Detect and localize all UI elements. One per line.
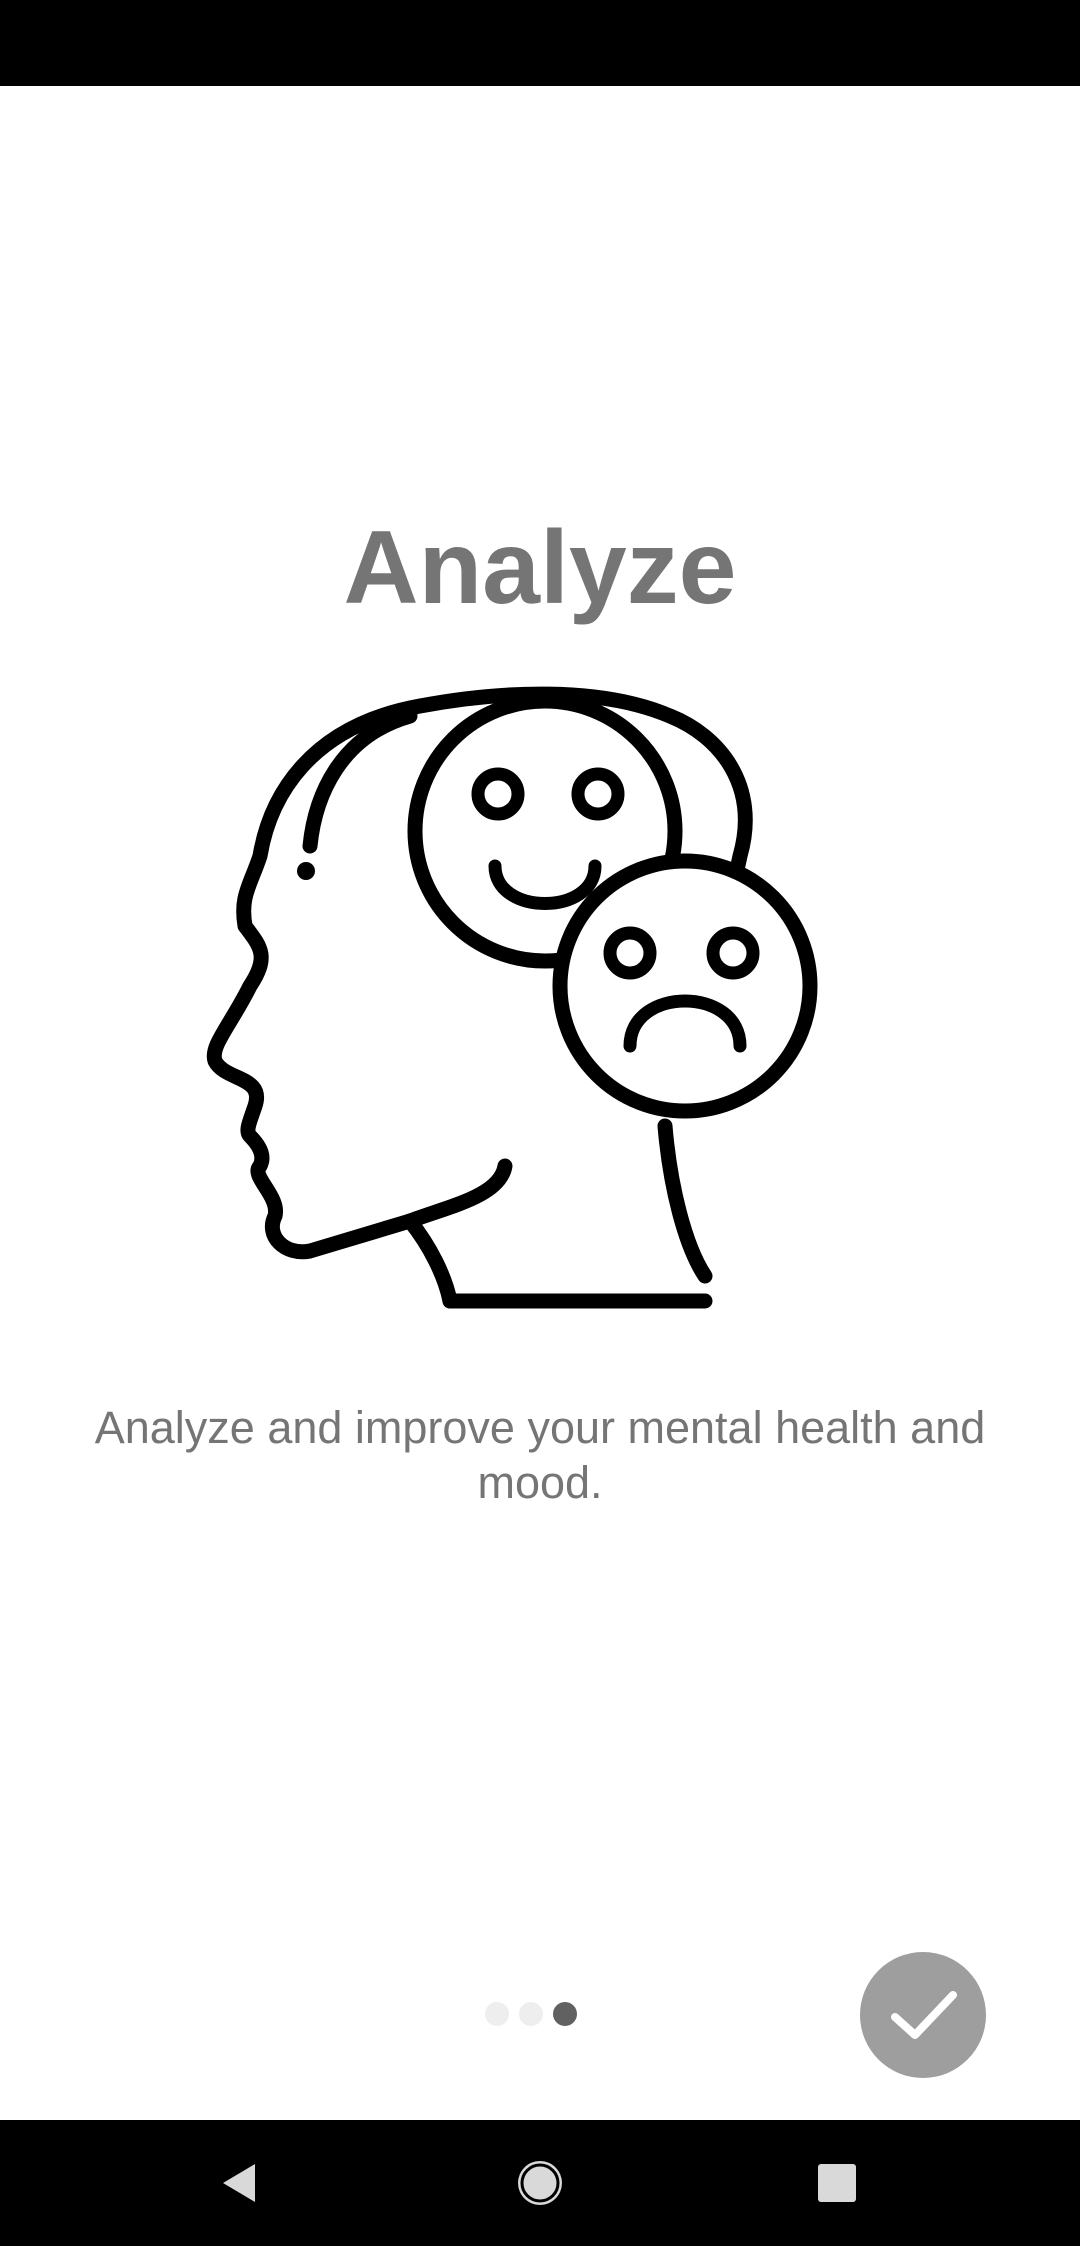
back-triangle-icon bbox=[223, 2164, 255, 2202]
recents-button[interactable] bbox=[792, 2140, 882, 2226]
home-button[interactable] bbox=[495, 2140, 585, 2226]
checkmark-icon bbox=[891, 1991, 957, 2039]
page-indicator-dot-1[interactable] bbox=[485, 2002, 509, 2026]
navigation-bar bbox=[0, 2120, 1080, 2246]
head-with-happy-and-sad-faces-icon bbox=[200, 676, 840, 1396]
onboarding-page: Analyze Analyze and improve your mental … bbox=[0, 86, 1080, 2120]
page-indicator bbox=[485, 1999, 577, 2029]
page-indicator-dot-2[interactable] bbox=[519, 2002, 543, 2026]
recents-square-icon bbox=[818, 2164, 856, 2202]
status-bar bbox=[0, 0, 1080, 86]
page-title: Analyze bbox=[343, 510, 737, 626]
page-indicator-dot-3-active[interactable] bbox=[553, 2002, 577, 2026]
page-description: Analyze and improve your mental health a… bbox=[94, 1402, 986, 1508]
back-button[interactable] bbox=[195, 2140, 285, 2226]
done-button[interactable] bbox=[860, 1952, 986, 2078]
home-circle-icon bbox=[518, 2161, 562, 2205]
